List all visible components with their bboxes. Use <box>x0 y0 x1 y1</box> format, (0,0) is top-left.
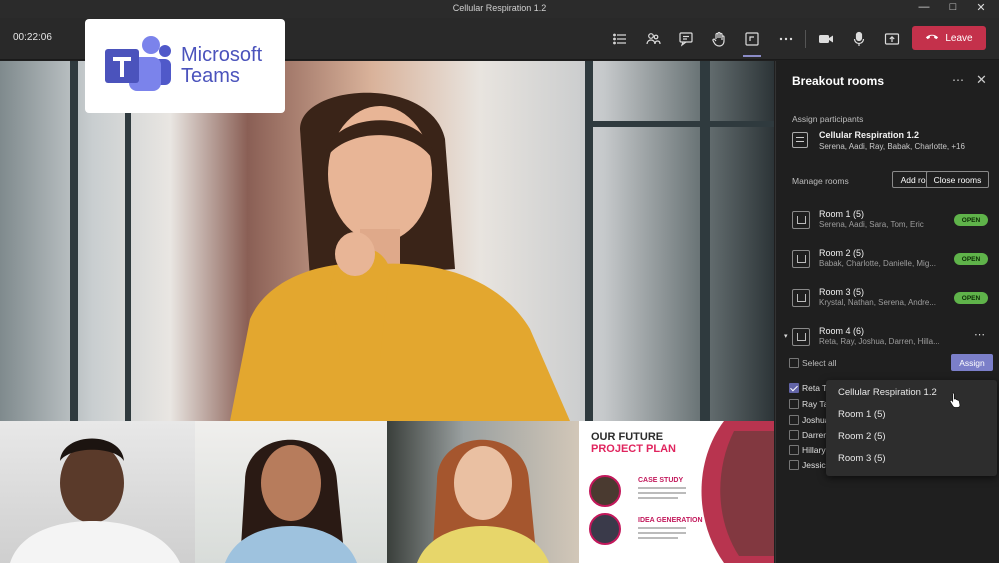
raise-hand-icon[interactable] <box>706 27 732 51</box>
slide-text-line <box>638 497 678 499</box>
dropdown-option-main-meeting[interactable]: Cellular Respiration 1.2 <box>838 387 937 398</box>
participant-figure-2 <box>225 439 357 563</box>
dropdown-option-room-3[interactable]: Room 3 (5) <box>838 453 886 464</box>
mouse-pointer-icon <box>949 392 961 408</box>
room-more-icon[interactable]: ⋯ <box>974 328 985 341</box>
room-icon <box>792 250 810 268</box>
logo-text-line2: Teams <box>181 65 240 87</box>
participant-checkbox[interactable] <box>789 445 799 455</box>
participant-checkbox[interactable] <box>789 383 799 393</box>
assign-room-dropdown: Cellular Respiration 1.2 Room 1 (5) Room… <box>826 380 997 476</box>
participant-checkbox[interactable] <box>789 415 799 425</box>
dropdown-option-room-1[interactable]: Room 1 (5) <box>838 409 886 420</box>
meeting-timer: 00:22:06 <box>13 32 52 43</box>
leave-button[interactable]: Leave <box>912 26 986 50</box>
window-frame-right2 <box>700 61 710 421</box>
participant-name: Hillary <box>802 445 826 455</box>
logo-text-line1: Microsoft <box>181 44 263 66</box>
microsoft-teams-logo: Microsoft Teams <box>85 19 285 113</box>
participant-checkbox[interactable] <box>789 430 799 440</box>
close-rooms-button[interactable]: Close rooms <box>926 171 989 188</box>
slide-title-line1: OUR FUTURE <box>591 431 664 443</box>
participant-tile-2[interactable] <box>195 421 387 563</box>
room-icon <box>792 328 810 346</box>
room-name: Room 3 (5) <box>819 287 865 297</box>
manage-rooms-label: Manage rooms <box>792 176 849 186</box>
camera-icon[interactable] <box>813 27 839 51</box>
slide-text-line <box>638 532 686 534</box>
participant-name: Darren <box>802 430 828 440</box>
room-icon <box>792 211 810 229</box>
chat-icon[interactable] <box>673 27 699 51</box>
participant-figure-3 <box>417 439 549 563</box>
window-frame-left <box>70 61 78 421</box>
participant-checkbox[interactable] <box>789 399 799 409</box>
people-icon[interactable] <box>640 27 666 51</box>
participant-figure-1 <box>10 438 180 563</box>
window-frame-h <box>585 121 774 127</box>
participant-tile-3[interactable] <box>387 421 579 563</box>
window-title: Cellular Respiration 1.2 <box>452 3 547 13</box>
logo-text: Microsoft Teams <box>181 45 262 87</box>
panel-title: Breakout rooms <box>792 74 885 88</box>
window-title-bar: Cellular Respiration 1.2 — □ ✕ <box>0 0 999 18</box>
room-members: Krystal, Nathan, Serena, Andre... <box>819 298 936 307</box>
breakout-rooms-icon[interactable] <box>739 27 765 57</box>
room-name: Room 4 (6) <box>819 326 865 336</box>
room-members: Babak, Charlotte, Danielle, Mig... <box>819 259 936 268</box>
window-frame-left2 <box>125 101 131 421</box>
idea-generation-image-icon <box>589 513 621 545</box>
panel-more-icon[interactable]: ⋯ <box>952 73 964 87</box>
assign-button[interactable]: Assign <box>951 354 993 371</box>
share-icon[interactable] <box>879 27 905 51</box>
room-icon <box>792 289 810 307</box>
maximize-icon[interactable]: □ <box>939 1 967 13</box>
leave-label: Leave <box>945 32 973 44</box>
phone-hangup-icon <box>925 32 939 44</box>
minimize-icon[interactable]: — <box>910 1 938 13</box>
room-name: Room 1 (5) <box>819 209 865 219</box>
room-status-badge: OPEN <box>954 214 988 226</box>
room-members: Serena, Aadi, Sara, Tom, Eric <box>819 220 924 229</box>
close-window-icon[interactable]: ✕ <box>967 1 995 14</box>
slide-decoration <box>701 421 774 563</box>
room-status-badge: OPEN <box>954 292 988 304</box>
slide-text-line <box>638 487 686 489</box>
slide-title-line2: PROJECT PLAN <box>591 443 676 455</box>
participant-checkbox[interactable] <box>789 460 799 470</box>
main-video-tile[interactable] <box>0 61 774 421</box>
slide-text-line <box>638 537 678 539</box>
main-presenter-figure <box>230 92 570 421</box>
meeting-name: Cellular Respiration 1.2 <box>819 130 920 140</box>
list-icon[interactable] <box>607 27 633 51</box>
shared-slide-tile[interactable]: OUR FUTURE PROJECT PLAN CASE STUDY IDEA … <box>579 421 774 563</box>
toolbar-divider <box>805 30 806 48</box>
microphone-icon[interactable] <box>846 27 872 51</box>
chevron-down-icon[interactable]: ▾ <box>784 332 788 340</box>
slide-heading-2: IDEA GENERATION <box>638 517 703 524</box>
slide-text-line <box>638 492 686 494</box>
slide-heading-1: CASE STUDY <box>638 477 684 484</box>
breakout-rooms-panel: Breakout rooms ⋯ ✕ Assign participants C… <box>775 61 999 563</box>
meeting-participants: Serena, Aadi, Ray, Babak, Charlotte, +16 <box>819 142 965 151</box>
participant-thumbnails: OUR FUTURE PROJECT PLAN CASE STUDY IDEA … <box>0 421 774 563</box>
room-name: Room 2 (5) <box>819 248 865 258</box>
more-icon[interactable] <box>773 27 799 51</box>
video-stage: OUR FUTURE PROJECT PLAN CASE STUDY IDEA … <box>0 61 774 563</box>
teams-logo-icon <box>105 36 171 91</box>
select-all-label: Select all <box>802 358 837 368</box>
dropdown-option-room-2[interactable]: Room 2 (5) <box>838 431 886 442</box>
meeting-calendar-icon <box>792 132 808 148</box>
slide-text-line <box>638 527 686 529</box>
panel-close-icon[interactable]: ✕ <box>976 72 987 88</box>
assign-participants-label: Assign participants <box>792 114 864 124</box>
participant-tile-1[interactable] <box>0 421 195 563</box>
room-status-badge: OPEN <box>954 253 988 265</box>
room-members: Reta, Ray, Joshua, Darren, Hilla... <box>819 337 939 346</box>
select-all-checkbox[interactable] <box>789 358 799 368</box>
case-study-image-icon <box>589 475 621 507</box>
